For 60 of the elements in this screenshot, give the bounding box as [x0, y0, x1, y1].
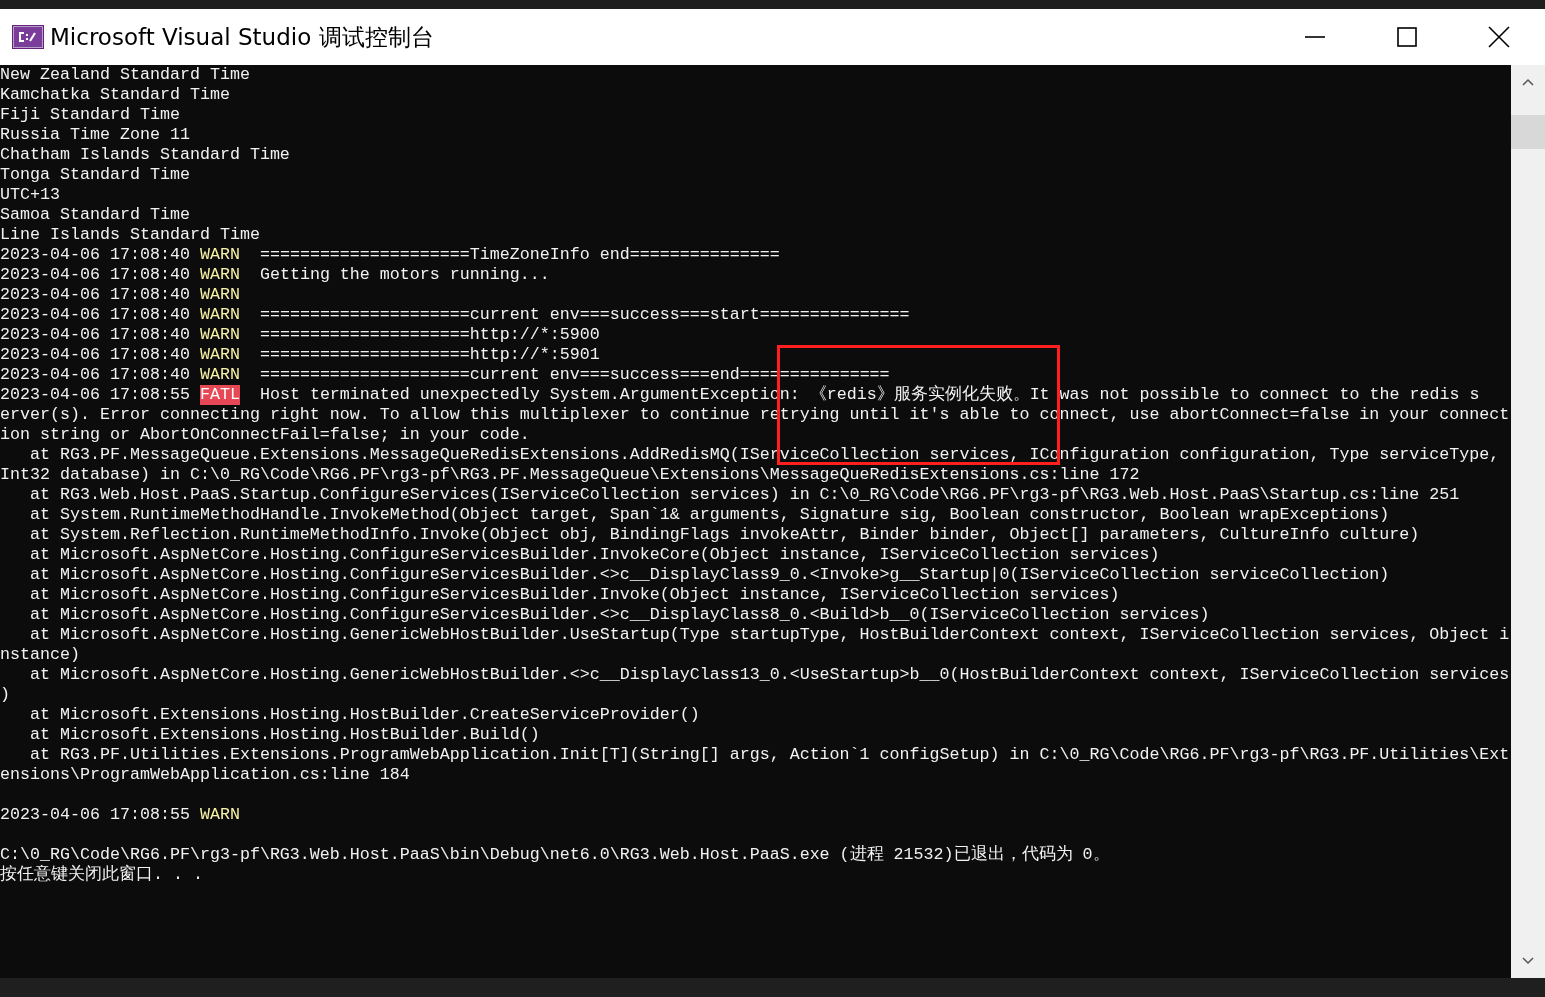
timestamp: 2023-04-06 17:08:40 [0, 325, 190, 345]
console-text: nstance) [0, 645, 80, 665]
log-message: =====================http://*:5901 [259, 345, 600, 365]
console-text: at Microsoft.AspNetCore.Hosting.ConfigureServicesBuilder.<>c__DisplayClass9_0.<Invoke>g__Startup|0(IServiceCollection serviceCollection) [29, 565, 1390, 585]
console-text: ) [0, 685, 10, 705]
console-text: C:\0_RG\Code\RG6.PF\rg3-pf\RG3.Web.Host.PaaS\bin\Debug\net6.0\RG3.Web.Host.PaaS.exe (进程 21532)已退出，代码为 0。 [0, 845, 1110, 864]
console-text: New Zealand Standard Time [0, 65, 250, 85]
console-text: at Microsoft.Extensions.Hosting.HostBuilder.Build() [29, 725, 540, 745]
console-text: at RG3.Web.Host.PaaS.Startup.ConfigureServices(IServiceCollection services) in C:\0_RG\Code\RG6.PF\rg3-pf\RG3.Web.Host.PaaS\Startup.cs:line 251 [29, 485, 1460, 505]
console-text: at Microsoft.AspNetCore.Hosting.ConfigureServicesBuilder.<>c__DisplayClass8_0.<Build>b__0(IServiceCollection services) [29, 605, 1210, 625]
console-text: Tonga Standard Time [0, 165, 190, 185]
minimize-icon [1304, 36, 1326, 38]
log-message: =====================TimeZoneInfo end=============== [259, 245, 780, 265]
console-text: UTC+13 [0, 185, 60, 205]
console-text: ion string or AbortOnConnectFail=false; in your code. [0, 425, 530, 445]
log-message: Getting the motors running... [259, 265, 550, 285]
log-message: =====================current env===success===start=============== [259, 305, 910, 325]
console-text: Samoa Standard Time [0, 205, 190, 225]
log-level: FATL [199, 385, 240, 405]
timestamp: 2023-04-06 17:08:55 [0, 385, 190, 405]
console-text: at System.Reflection.RuntimeMethodInfo.Invoke(Object obj, BindingFlags invokeAttr, Binder binder, Object[] parameters, CultureInfo culture) [29, 525, 1420, 545]
console-app-icon [12, 25, 44, 49]
timestamp: 2023-04-06 17:08:40 [0, 305, 190, 325]
chevron-down-icon [1522, 957, 1534, 965]
console-text: at Microsoft.AspNetCore.Hosting.ConfigureServicesBuilder.InvokeCore(Object instance, IServiceCollection services) [29, 545, 1160, 565]
console-text: at Microsoft.Extensions.Hosting.HostBuilder.CreateServiceProvider() [29, 705, 700, 725]
close-icon [1488, 26, 1510, 48]
timestamp: 2023-04-06 17:08:40 [0, 285, 190, 305]
timestamp: 2023-04-06 17:08:40 [0, 245, 190, 265]
log-level: WARN [199, 345, 240, 365]
console-text: at RG3.PF.Utilities.Extensions.ProgramWebApplication.Init[T](String[] args, Action`1 configSetup) in C:\0_RG\Code\RG6.PF\rg3-pf\RG3.PF.Utilities\Ext [29, 745, 1510, 765]
console-text: at System.RuntimeMethodHandle.InvokeMethod(Object target, Span`1& arguments, Signature sig, Boolean constructor, Boolean wrapExceptions) [29, 505, 1390, 525]
console-text: Russia Time Zone 11 [0, 125, 190, 145]
log-level: WARN [199, 285, 240, 305]
console-text: at Microsoft.AspNetCore.Hosting.ConfigureServicesBuilder.Invoke(Object instance, IServiceCollection services) [29, 585, 1120, 605]
window-title: Microsoft Visual Studio 调试控制台 [50, 22, 435, 52]
console-text: Line Islands Standard Time [0, 225, 260, 245]
console-text: ensions\ProgramWebApplication.cs:line 184 [0, 765, 410, 785]
console-text: Kamchatka Standard Time [0, 85, 230, 105]
console-text: Int32 database) in C:\0_RG\Code\RG6.PF\rg3-pf\RG3.PF.MessageQueue\Extensions\MessageQueRedisExtensions.cs:line 172 [0, 465, 1140, 485]
chevron-up-icon [1522, 78, 1534, 86]
console-text: Fiji Standard Time [0, 105, 180, 125]
log-level: WARN [199, 265, 240, 285]
console-text: 按任意键关闭此窗口. . . [0, 865, 203, 885]
log-level: WARN [199, 365, 240, 385]
console-text: at Microsoft.AspNetCore.Hosting.GenericWebHostBuilder.<>c__DisplayClass13_0.<UseStartup>b__0(HostBuilderContext context, IServiceCollection services [29, 665, 1510, 685]
log-level: WARN [199, 245, 240, 265]
log-level: WARN [199, 305, 240, 325]
console-text: at Microsoft.AspNetCore.Hosting.GenericWebHostBuilder.UseStartup(Type startupType, HostBuilderContext context, IServiceCollection services, Object i [29, 625, 1510, 645]
maximize-icon [1396, 26, 1418, 48]
log-level: WARN [199, 325, 240, 345]
scroll-thumb[interactable] [1511, 115, 1545, 149]
log-message: =====================http://*:5900 [259, 325, 600, 345]
console-text: Chatham Islands Standard Time [0, 145, 290, 165]
log-level: WARN [199, 805, 240, 825]
timestamp: 2023-04-06 17:08:40 [0, 345, 190, 365]
timestamp: 2023-04-06 17:08:55 [0, 805, 190, 825]
scrollbar[interactable] [1511, 65, 1545, 978]
timestamp: 2023-04-06 17:08:40 [0, 365, 190, 385]
timestamp: 2023-04-06 17:08:40 [0, 265, 190, 285]
